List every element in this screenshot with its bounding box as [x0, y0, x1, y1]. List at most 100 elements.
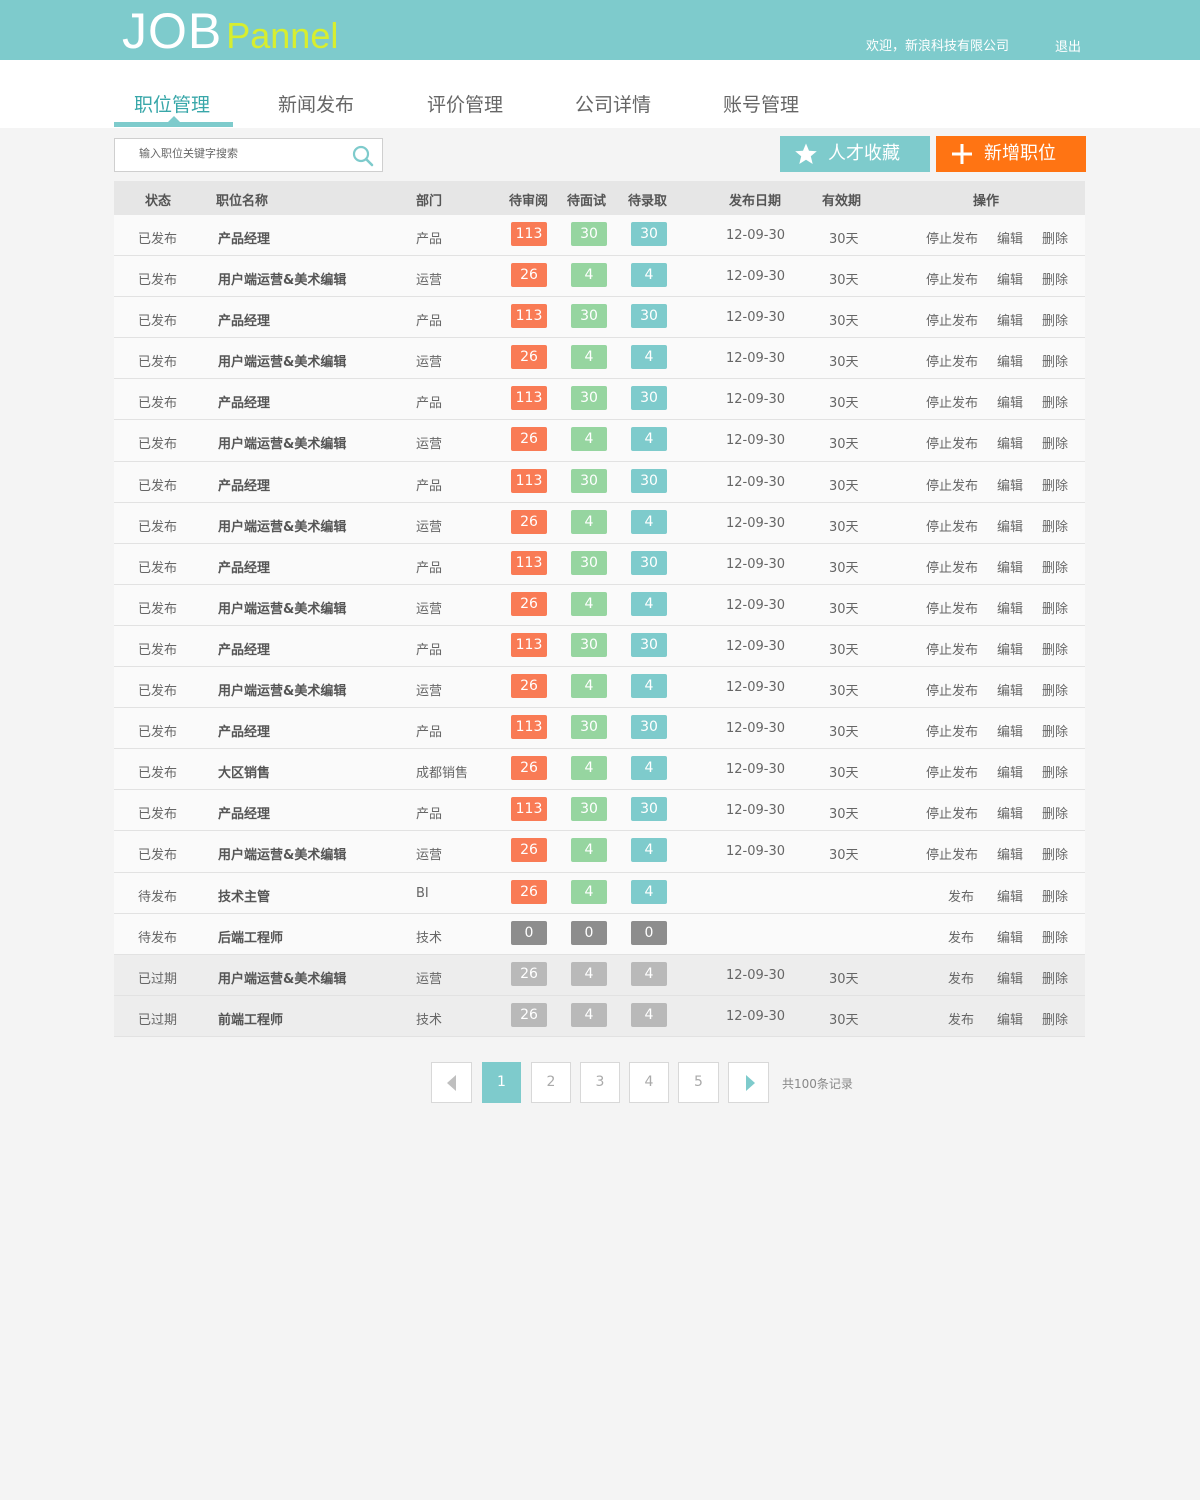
edit-link[interactable]: 编辑: [997, 392, 1023, 411]
delete-link[interactable]: 删除: [1042, 680, 1068, 699]
cell-dept: 产品: [416, 478, 443, 494]
edit-link[interactable]: 编辑: [997, 557, 1023, 576]
page-4-button[interactable]: 4: [629, 1062, 669, 1103]
tab-news[interactable]: 新闻发布: [278, 90, 354, 128]
cell-valid: 30天: [829, 725, 859, 741]
publish-link[interactable]: 发布: [948, 927, 974, 946]
search-icon[interactable]: [351, 144, 375, 168]
cell-status: 待发布: [138, 930, 178, 946]
stop-publish-link[interactable]: 停止发布: [926, 351, 978, 370]
stop-publish-link[interactable]: 停止发布: [926, 762, 978, 781]
delete-link[interactable]: 删除: [1042, 392, 1068, 411]
tab-reviews[interactable]: 评价管理: [427, 90, 503, 128]
cell-valid: 30天: [829, 478, 859, 494]
delete-link[interactable]: 删除: [1042, 927, 1068, 946]
badge-review: 26: [511, 879, 547, 904]
cell-date: 12-09-30: [726, 269, 786, 285]
delete-link[interactable]: 删除: [1042, 351, 1068, 370]
delete-link[interactable]: 删除: [1042, 639, 1068, 658]
delete-link[interactable]: 删除: [1042, 844, 1068, 863]
delete-link[interactable]: 删除: [1042, 803, 1068, 822]
edit-link[interactable]: 编辑: [997, 269, 1023, 288]
page-1-button[interactable]: 1: [482, 1062, 521, 1103]
edit-link[interactable]: 编辑: [997, 639, 1023, 658]
edit-link[interactable]: 编辑: [997, 475, 1023, 494]
edit-link[interactable]: 编辑: [997, 803, 1023, 822]
delete-link[interactable]: 删除: [1042, 1009, 1068, 1028]
edit-link[interactable]: 编辑: [997, 598, 1023, 617]
badge-review: 113: [511, 304, 547, 329]
table-header: 状态 职位名称 部门 待审阅 待面试 待录取 发布日期 有效期 操作: [114, 181, 1085, 215]
logout-link[interactable]: 退出: [1055, 36, 1081, 55]
talent-favorites-label: 人才收藏: [828, 143, 900, 164]
publish-link[interactable]: 发布: [948, 1009, 974, 1028]
edit-link[interactable]: 编辑: [997, 762, 1023, 781]
cell-valid: 30天: [829, 314, 859, 330]
stop-publish-link[interactable]: 停止发布: [926, 228, 978, 247]
cell-job-name: 用户端运营&美术编辑: [218, 684, 347, 700]
publish-link[interactable]: 发布: [948, 968, 974, 987]
badge-review: 113: [511, 386, 547, 411]
cell-dept: 运营: [416, 437, 443, 453]
delete-link[interactable]: 删除: [1042, 228, 1068, 247]
edit-link[interactable]: 编辑: [997, 927, 1023, 946]
stop-publish-link[interactable]: 停止发布: [926, 557, 978, 576]
delete-link[interactable]: 删除: [1042, 269, 1068, 288]
edit-link[interactable]: 编辑: [997, 228, 1023, 247]
table-row: 已发布 大区销售 成都销售 26 4 4 12-09-30 30天 停止发布 编辑 删除: [114, 749, 1085, 791]
delete-link[interactable]: 删除: [1042, 516, 1068, 535]
stop-publish-link[interactable]: 停止发布: [926, 721, 978, 740]
cell-status: 已发布: [138, 355, 178, 371]
talent-favorites-button[interactable]: 人才收藏: [780, 136, 930, 172]
publish-link[interactable]: 发布: [948, 886, 974, 905]
badge-hire: 4: [631, 674, 667, 699]
page-2-button[interactable]: 2: [531, 1062, 571, 1103]
edit-link[interactable]: 编辑: [997, 433, 1023, 452]
delete-link[interactable]: 删除: [1042, 310, 1068, 329]
badge-review: 26: [511, 961, 547, 986]
delete-link[interactable]: 删除: [1042, 433, 1068, 452]
cell-valid: 30天: [829, 437, 859, 453]
edit-link[interactable]: 编辑: [997, 968, 1023, 987]
page-3-button[interactable]: 3: [580, 1062, 620, 1103]
stop-publish-link[interactable]: 停止发布: [926, 803, 978, 822]
next-page-button[interactable]: [728, 1062, 769, 1103]
stop-publish-link[interactable]: 停止发布: [926, 516, 978, 535]
stop-publish-link[interactable]: 停止发布: [926, 433, 978, 452]
stop-publish-link[interactable]: 停止发布: [926, 639, 978, 658]
delete-link[interactable]: 删除: [1042, 886, 1068, 905]
stop-publish-link[interactable]: 停止发布: [926, 680, 978, 699]
delete-link[interactable]: 删除: [1042, 557, 1068, 576]
cell-valid: 30天: [829, 848, 859, 864]
badge-interview: 30: [571, 632, 607, 657]
prev-page-button[interactable]: [431, 1062, 472, 1103]
add-job-button[interactable]: 新增职位: [936, 136, 1086, 172]
tab-company[interactable]: 公司详情: [575, 90, 651, 128]
stop-publish-link[interactable]: 停止发布: [926, 598, 978, 617]
tab-account[interactable]: 账号管理: [723, 90, 799, 128]
edit-link[interactable]: 编辑: [997, 680, 1023, 699]
edit-link[interactable]: 编辑: [997, 886, 1023, 905]
delete-link[interactable]: 删除: [1042, 762, 1068, 781]
edit-link[interactable]: 编辑: [997, 844, 1023, 863]
edit-link[interactable]: 编辑: [997, 351, 1023, 370]
stop-publish-link[interactable]: 停止发布: [926, 269, 978, 288]
edit-link[interactable]: 编辑: [997, 721, 1023, 740]
badge-hire: 30: [631, 222, 667, 246]
cell-job-name: 后端工程师: [218, 930, 284, 946]
cell-status: 待发布: [138, 889, 178, 905]
stop-publish-link[interactable]: 停止发布: [926, 844, 978, 863]
stop-publish-link[interactable]: 停止发布: [926, 392, 978, 411]
delete-link[interactable]: 删除: [1042, 721, 1068, 740]
delete-link[interactable]: 删除: [1042, 968, 1068, 987]
edit-link[interactable]: 编辑: [997, 310, 1023, 329]
search-input[interactable]: [139, 147, 339, 160]
cell-dept: 运营: [416, 684, 443, 700]
stop-publish-link[interactable]: 停止发布: [926, 475, 978, 494]
stop-publish-link[interactable]: 停止发布: [926, 310, 978, 329]
delete-link[interactable]: 删除: [1042, 475, 1068, 494]
edit-link[interactable]: 编辑: [997, 516, 1023, 535]
edit-link[interactable]: 编辑: [997, 1009, 1023, 1028]
page-5-button[interactable]: 5: [678, 1062, 719, 1103]
delete-link[interactable]: 删除: [1042, 598, 1068, 617]
